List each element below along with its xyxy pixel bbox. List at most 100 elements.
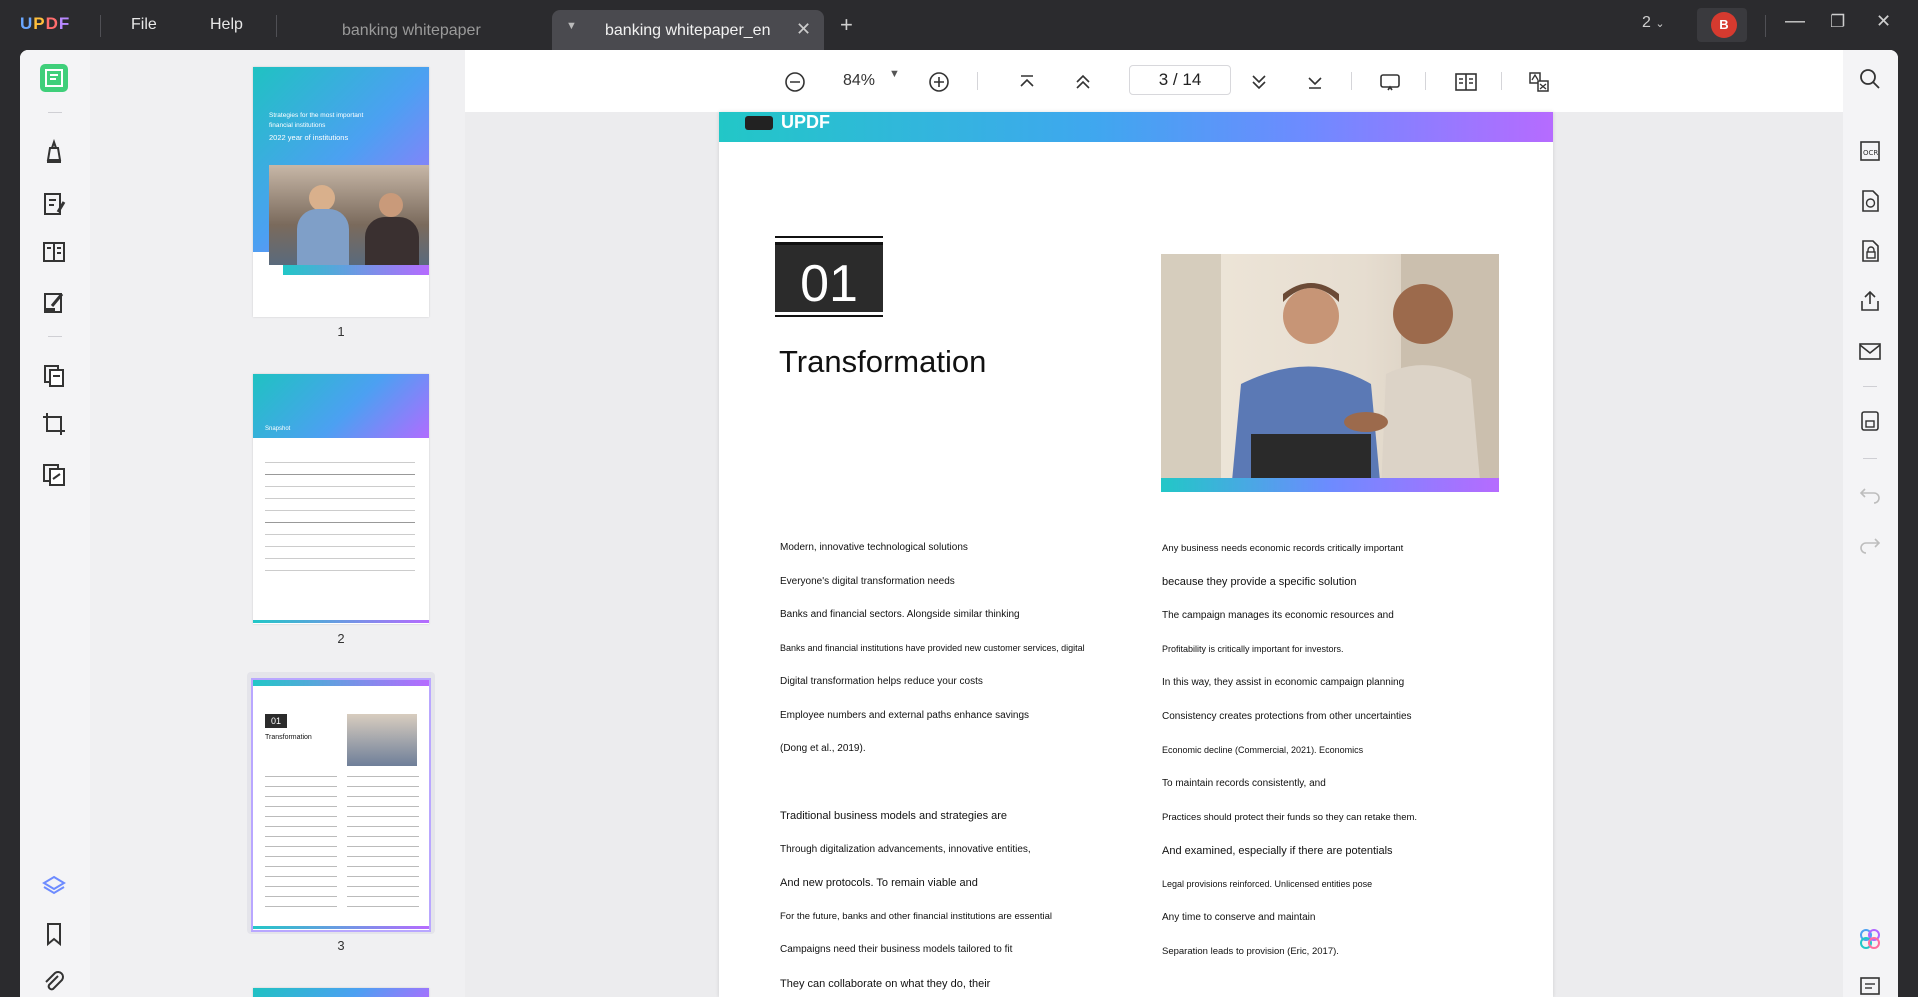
minimize-icon[interactable]: — <box>1785 10 1805 33</box>
body-text: The campaign manages its economic resour… <box>1162 610 1394 621</box>
body-text: (Dong et al., 2019). <box>780 743 866 754</box>
section-title: Transformation <box>779 344 987 379</box>
thumbnail-page-1[interactable]: Strategies for the most important financ… <box>253 67 429 317</box>
layers-icon[interactable] <box>40 872 68 900</box>
body-text: because they provide a specific solution <box>1162 576 1357 588</box>
right-tool-rail: OCR <box>1843 50 1898 997</box>
last-page-icon[interactable] <box>1303 70 1327 94</box>
divider <box>1863 458 1877 459</box>
attachment-icon[interactable] <box>40 968 68 996</box>
thumb-text-left <box>265 776 337 916</box>
thumb-cover-photo <box>269 165 429 265</box>
tab-banking-whitepaper[interactable]: banking whitepaper <box>300 10 540 50</box>
page-display-icon[interactable] <box>1454 70 1478 94</box>
body-text: And new protocols. To remain viable and <box>780 877 978 889</box>
tab-label: banking whitepaper_en <box>605 22 771 39</box>
page-number-input[interactable]: 3 / 14 <box>1129 65 1231 95</box>
body-text: Any time to conserve and maintain <box>1162 912 1316 923</box>
body-text: In this way, they assist in economic cam… <box>1162 677 1405 688</box>
body-text: Practices should protect their funds so … <box>1162 812 1418 823</box>
translate-icon[interactable] <box>1527 70 1551 94</box>
reader-icon[interactable] <box>40 64 68 92</box>
fill-sign-icon[interactable] <box>40 288 68 316</box>
page-photo <box>1161 254 1499 492</box>
tab-banking-whitepaper-en[interactable]: ▼ banking whitepaper_en ✕ <box>552 10 824 50</box>
share-icon[interactable] <box>1857 288 1883 314</box>
body-text: Consistency creates protections from oth… <box>1162 711 1412 722</box>
thumb-footer-stripe <box>253 926 429 929</box>
organize-icon[interactable] <box>40 362 68 390</box>
body-text: Separation leads to provision (Eric, 201… <box>1162 946 1339 957</box>
pdf-page-3: UPDF 01 Transformation Modern, innovativ… <box>719 112 1553 997</box>
menu-file[interactable]: File <box>131 16 157 34</box>
menu-help[interactable]: Help <box>210 16 243 34</box>
app-logo: UPDF <box>20 14 71 33</box>
avatar[interactable]: B <box>1711 12 1737 38</box>
body-text: Through digitalization advancements, inn… <box>780 844 1031 855</box>
body-text: Everyone's digital transformation needs <box>780 576 955 587</box>
left-tool-rail <box>20 50 90 997</box>
convert-pdf-icon[interactable] <box>1857 188 1883 214</box>
presentation-icon[interactable] <box>1378 70 1402 94</box>
save-icon[interactable] <box>1857 408 1883 434</box>
body-text: Digital transformation helps reduce your… <box>780 676 983 687</box>
redo-icon <box>1857 530 1883 556</box>
body-text: Traditional business models and strategi… <box>780 810 1008 822</box>
rule <box>775 236 883 238</box>
protect-icon[interactable] <box>1857 238 1883 264</box>
next-page-icon[interactable] <box>1247 70 1271 94</box>
divider <box>276 15 277 37</box>
first-page-icon[interactable] <box>1015 70 1039 94</box>
section-number: 01 <box>775 242 883 313</box>
close-window-icon[interactable]: ✕ <box>1876 11 1891 32</box>
rule <box>775 315 883 317</box>
divider <box>1765 15 1766 37</box>
thumb-text-right <box>347 776 419 916</box>
svg-text:OCR: OCR <box>1863 149 1878 157</box>
body-text: Modern, innovative technological solutio… <box>780 542 968 553</box>
form-icon[interactable] <box>40 238 68 266</box>
divider <box>977 72 978 90</box>
restore-icon[interactable]: ❐ <box>1830 12 1845 32</box>
page-header-band: UPDF <box>719 112 1553 142</box>
thumbnail-page-4[interactable] <box>253 988 429 997</box>
photo-stripe <box>1161 478 1499 492</box>
comment-icon[interactable] <box>40 138 68 166</box>
body-text: Economic decline (Commercial, 2021). Eco… <box>1162 745 1364 755</box>
bookmark-icon[interactable] <box>40 920 68 948</box>
thumbnail-page-3[interactable]: 01 Transformation <box>251 678 431 932</box>
email-icon[interactable] <box>1857 338 1883 364</box>
body-text: And examined, especially if there are po… <box>1162 845 1393 857</box>
body-text: Campaigns need their business models tai… <box>780 944 1013 955</box>
crop-icon[interactable] <box>40 410 68 438</box>
view-toolbar: 84% ▼ 3 / 14 <box>465 50 1843 112</box>
title-bar: UPDF File Help banking whitepaper ▼ bank… <box>0 0 1918 50</box>
zoom-out-icon[interactable] <box>783 70 807 94</box>
body-text: Any business needs economic records crit… <box>1162 543 1404 554</box>
window-count[interactable]: 2 ⌄ <box>1642 14 1665 32</box>
divider <box>48 112 62 113</box>
zoom-level[interactable]: 84% <box>843 72 875 90</box>
comments-list-icon[interactable] <box>1857 974 1883 997</box>
tab-dropdown-icon[interactable]: ▼ <box>566 20 577 32</box>
search-icon[interactable] <box>1857 66 1883 92</box>
previous-page-icon[interactable] <box>1071 70 1095 94</box>
divider <box>1863 386 1877 387</box>
body-text: Banks and financial sectors. Alongside s… <box>780 609 1020 620</box>
ocr-icon[interactable]: OCR <box>1857 138 1883 164</box>
thumb-cover-stripe <box>283 265 429 275</box>
thumbnail-label: 1 <box>337 324 345 339</box>
ai-icon[interactable] <box>1857 926 1883 952</box>
undo-icon <box>1857 480 1883 506</box>
thumbnail-page-2[interactable]: Snapshot <box>253 374 429 624</box>
zoom-in-icon[interactable] <box>927 70 951 94</box>
tab-close-icon[interactable]: ✕ <box>796 19 811 40</box>
thumb-header-stripe <box>253 680 429 686</box>
convert-icon[interactable] <box>40 460 68 488</box>
edit-icon[interactable] <box>40 190 68 218</box>
new-tab-button[interactable]: + <box>840 12 853 38</box>
thumb-title: Snapshot <box>265 426 291 432</box>
thumb-photo <box>347 714 417 766</box>
zoom-dropdown-icon[interactable]: ▼ <box>889 68 913 92</box>
body-text: Legal provisions reinforced. Unlicensed … <box>1162 879 1373 889</box>
